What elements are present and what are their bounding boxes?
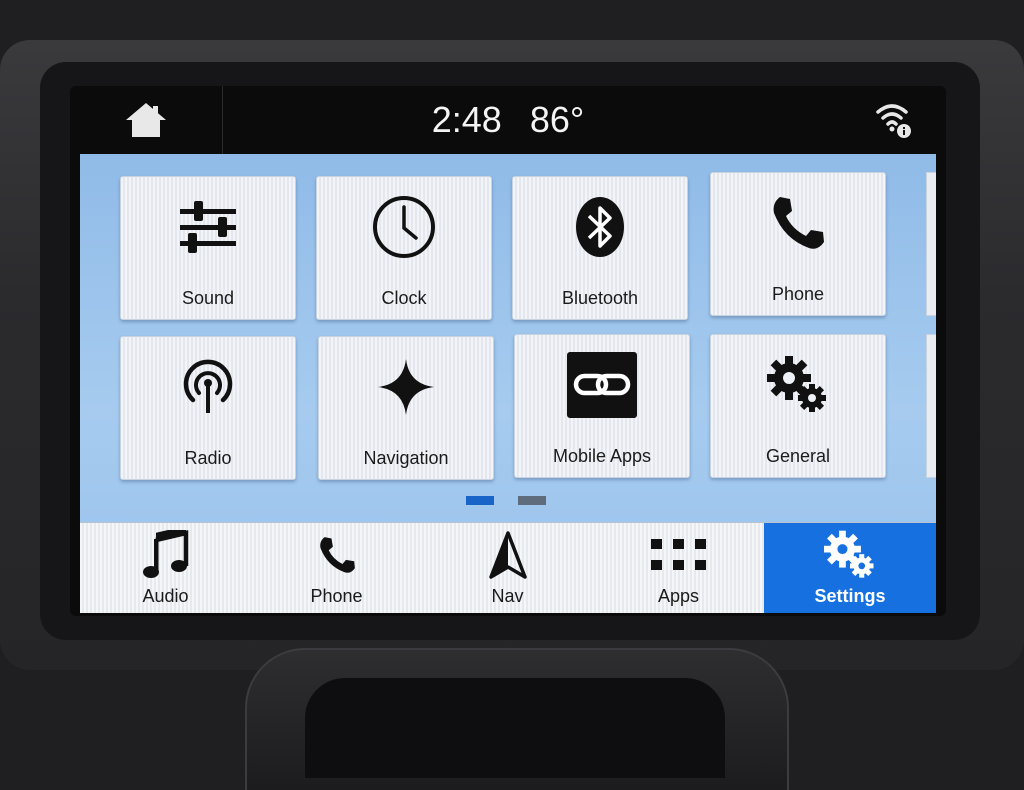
bluetooth-icon xyxy=(513,187,687,267)
wifi-status-button[interactable] xyxy=(870,96,918,144)
bottom-navigation-bar: Audio Phone Nav Apps Settings xyxy=(80,522,936,613)
nav-label: Nav xyxy=(491,586,524,606)
outside-temperature: 86° xyxy=(529,99,585,140)
nav-navigation-button[interactable]: Nav xyxy=(422,523,593,613)
status-bar: 2:48 86° xyxy=(70,86,946,154)
gears-icon xyxy=(711,345,885,425)
infotainment-screen: 2:48 86° Sound Clock Bluetooth Phone Rad… xyxy=(70,86,946,616)
tile-label: Clock xyxy=(381,288,427,308)
tile-label: Sound xyxy=(181,288,235,308)
tile-label: Bluetooth xyxy=(561,288,639,308)
general-tile[interactable]: General xyxy=(710,334,886,478)
nav-apps-button[interactable]: Apps xyxy=(593,523,764,613)
mobile-apps-tile[interactable]: Mobile Apps xyxy=(514,334,690,478)
page-indicator-1[interactable] xyxy=(466,496,494,505)
compass-star-icon xyxy=(319,347,493,427)
sound-tile[interactable]: Sound xyxy=(120,176,296,320)
radio-icon xyxy=(121,347,295,427)
nav-settings-button[interactable]: Settings xyxy=(764,523,936,613)
music-note-icon xyxy=(142,528,190,582)
link-icon xyxy=(515,345,689,425)
clock-icon xyxy=(317,187,491,267)
phone-icon xyxy=(315,528,359,582)
wifi-info-icon xyxy=(876,104,911,138)
radio-tile[interactable]: Radio xyxy=(120,336,296,480)
grid-icon xyxy=(650,528,707,582)
phone-icon xyxy=(711,183,885,263)
nav-label: Settings xyxy=(814,586,886,606)
tile-label: Phone xyxy=(771,284,825,304)
phone-tile[interactable]: Phone xyxy=(710,172,886,316)
next-page-tile-edge xyxy=(926,172,936,316)
clock-tile[interactable]: Clock xyxy=(316,176,492,320)
nav-label: Phone xyxy=(310,586,363,606)
clock-time: 2:48 xyxy=(431,99,502,140)
page-indicator-2[interactable] xyxy=(518,496,546,505)
nav-phone-button[interactable]: Phone xyxy=(251,523,422,613)
tile-label: Radio xyxy=(184,448,232,468)
sliders-icon xyxy=(121,187,295,267)
tile-label: Navigation xyxy=(363,448,449,468)
control-slot xyxy=(305,678,725,778)
next-page-tile-edge xyxy=(926,334,936,478)
nav-label: Audio xyxy=(142,586,189,606)
nav-audio-button[interactable]: Audio xyxy=(80,523,251,613)
nav-label: Apps xyxy=(657,586,700,606)
home-icon xyxy=(126,103,166,137)
gears-icon xyxy=(822,528,878,582)
bluetooth-tile[interactable]: Bluetooth xyxy=(512,176,688,320)
home-button[interactable] xyxy=(70,86,223,154)
tile-label: Mobile Apps xyxy=(552,446,652,466)
navigation-arrow-icon xyxy=(488,528,527,582)
navigation-tile[interactable]: Navigation xyxy=(318,336,494,480)
settings-app-grid: Sound Clock Bluetooth Phone Radio Naviga… xyxy=(80,154,936,522)
tile-label: General xyxy=(765,446,831,466)
